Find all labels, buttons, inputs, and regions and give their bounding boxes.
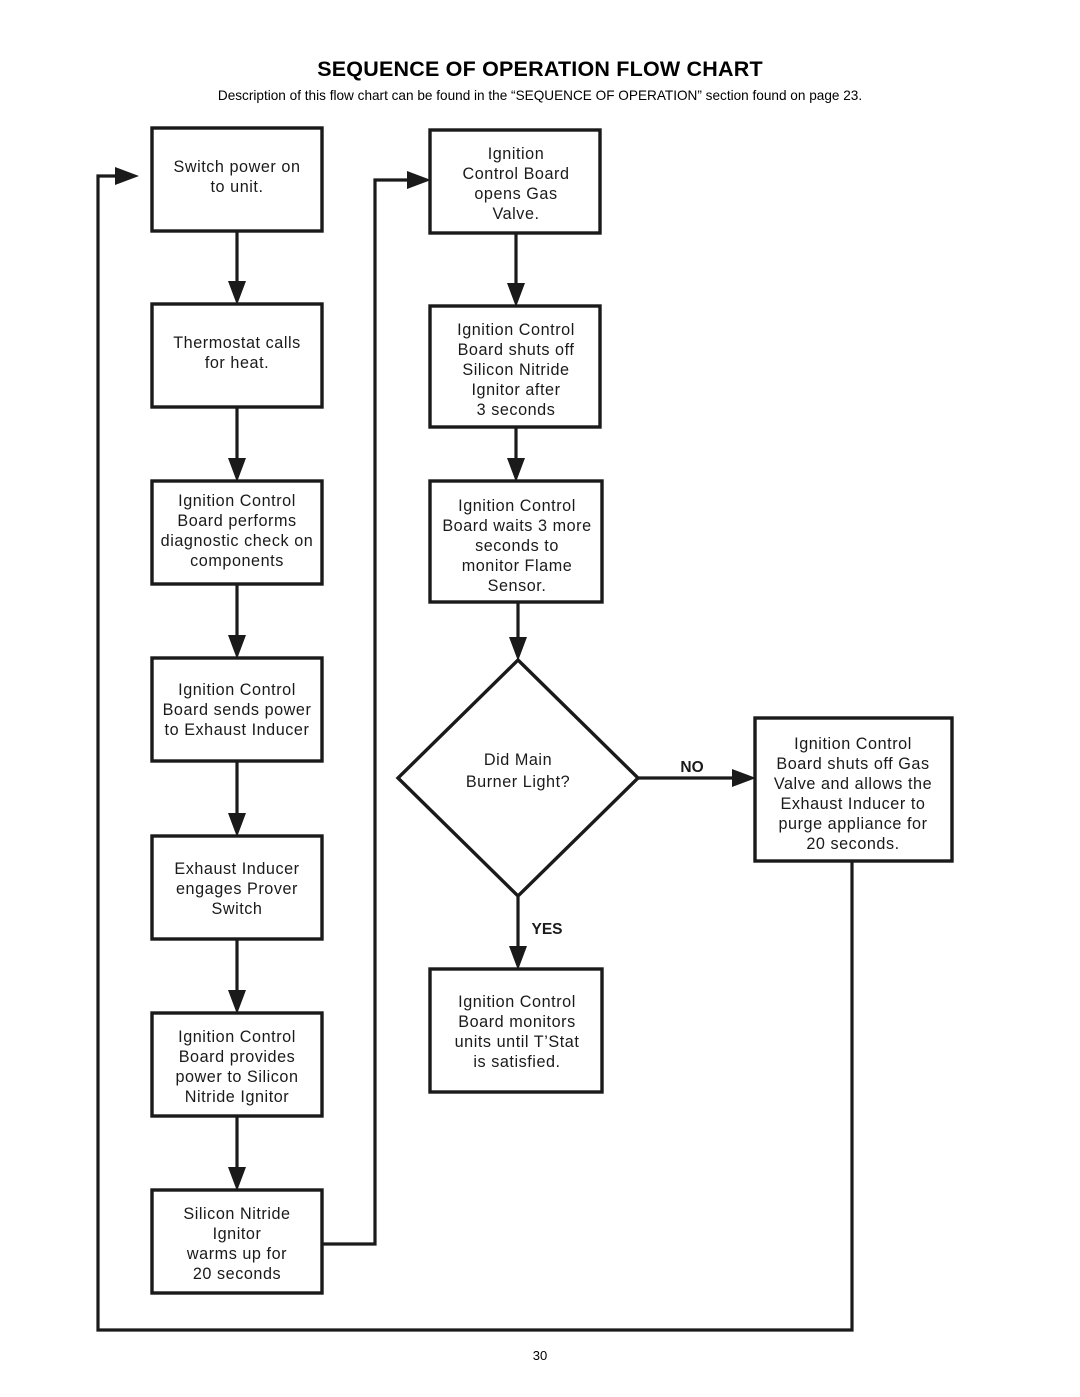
- arrowhead-n5-n6: [228, 990, 246, 1014]
- connector-n7-n8: [322, 178, 415, 1246]
- node-text-line: Did Main: [484, 751, 552, 769]
- node-text-line: Ignitor: [213, 1225, 262, 1243]
- arrowhead-n13-n1: [115, 167, 139, 185]
- node-text-line: Board performs: [177, 512, 296, 530]
- arrowhead-n2-n3: [228, 458, 246, 482]
- arrowhead-n11-n12: [509, 946, 527, 970]
- node-text-line: for heat.: [205, 354, 269, 372]
- node-text-line: Switch: [212, 900, 263, 918]
- node-text-line: Board sends power: [163, 701, 312, 719]
- node-thermostat-calls-for-heat[interactable]: Thermostat calls for heat.: [150, 302, 324, 409]
- edge-label-no: NO: [680, 759, 703, 776]
- node-text-line: diagnostic check on: [161, 532, 314, 550]
- node-text-line: Board shuts off: [458, 341, 575, 359]
- node-text-line: is satisfied.: [473, 1053, 560, 1071]
- node-text-line: Silicon Nitride: [183, 1205, 290, 1223]
- node-text-line: warms up for: [186, 1245, 287, 1263]
- node-text-line: monitor Flame: [462, 557, 573, 575]
- node-text-line: Ignition Control: [178, 492, 296, 510]
- node-text-line: 3 seconds: [477, 401, 556, 419]
- arrowhead-n8-n9: [507, 283, 525, 307]
- node-text-line: Board waits 3 more: [442, 517, 591, 535]
- node-switch-power-on[interactable]: Switch power on to unit.: [150, 126, 324, 233]
- node-text-line: Exhaust Inducer to: [781, 795, 926, 813]
- node-text-line: Silicon Nitride: [462, 361, 569, 379]
- node-text-line: power to Silicon: [175, 1068, 298, 1086]
- arrowhead-n11-n13: [732, 769, 756, 787]
- node-text-line: Switch power on: [173, 158, 300, 176]
- node-text-line: Exhaust Inducer: [174, 860, 299, 878]
- node-text-line: Control Board: [462, 165, 569, 183]
- arrowhead-n10-n11: [509, 637, 527, 661]
- arrowhead-n9-n10: [507, 458, 525, 482]
- node-group: Switch power on to unit. Thermostat call…: [150, 126, 954, 1295]
- node-waits-3-more-seconds-monitor-flame-sensor[interactable]: Ignition Control Board waits 3 more seco…: [428, 479, 604, 604]
- page-number: 30: [532, 1348, 548, 1363]
- node-text-line: seconds to: [475, 537, 559, 555]
- node-diagnostic-check[interactable]: Ignition Control Board performs diagnost…: [150, 479, 324, 586]
- node-text-line: Nitride Ignitor: [185, 1088, 290, 1106]
- arrowhead-n1-n2: [228, 281, 246, 305]
- node-text-line: to unit.: [211, 178, 264, 196]
- node-decision-did-main-burner-light[interactable]: Did Main Burner Light?: [395, 657, 641, 899]
- node-text-line: engages Prover: [176, 880, 298, 898]
- node-text-line: Ignition Control: [178, 681, 296, 699]
- node-text-line: Sensor.: [488, 577, 547, 595]
- node-text-line: Ignition Control: [458, 993, 576, 1011]
- node-text-line: Ignition Control: [794, 735, 912, 753]
- arrowhead-n3-n4: [228, 635, 246, 659]
- node-text-line: to Exhaust Inducer: [165, 721, 310, 739]
- flowchart-canvas: Switch power on to unit. Thermostat call…: [96, 126, 954, 1332]
- node-text-line: Ignition Control: [178, 1028, 296, 1046]
- node-shuts-off-gas-valve-purge[interactable]: Ignition Control Board shuts off Gas Val…: [753, 716, 954, 863]
- node-text-line: units until T’Stat: [455, 1033, 580, 1051]
- node-text-line: Valve.: [492, 205, 539, 223]
- edge-label-yes: YES: [531, 921, 562, 938]
- node-text-line: purge appliance for: [778, 815, 927, 833]
- node-text-line: 20 seconds: [193, 1265, 281, 1283]
- arrowhead-n6-n7: [228, 1167, 246, 1191]
- node-ignitor-warms-up[interactable]: Silicon Nitride Ignitor warms up for 20 …: [150, 1188, 324, 1295]
- node-text-line: Burner Light?: [466, 773, 570, 791]
- node-text-line: Ignition Control: [458, 497, 576, 515]
- document-page: SEQUENCE OF OPERATION FLOW CHART Descrip…: [0, 0, 1080, 1397]
- node-text-line: Board monitors: [458, 1013, 575, 1031]
- node-text-line: 20 seconds.: [806, 835, 899, 853]
- node-exhaust-inducer-engages-prover-switch[interactable]: Exhaust Inducer engages Prover Switch: [150, 834, 324, 941]
- node-shuts-off-ignitor-after-3-seconds[interactable]: Ignition Control Board shuts off Silicon…: [428, 304, 602, 429]
- node-text-line: Ignition: [488, 145, 545, 163]
- node-sends-power-to-exhaust-inducer[interactable]: Ignition Control Board sends power to Ex…: [150, 656, 324, 763]
- arrowhead-n7-n8: [407, 171, 431, 189]
- node-monitors-until-tstat-satisfied[interactable]: Ignition Control Board monitors units un…: [428, 967, 604, 1094]
- node-provides-power-to-silicon-nitride-ignitor[interactable]: Ignition Control Board provides power to…: [150, 1011, 324, 1118]
- node-opens-gas-valve[interactable]: Ignition Control Board opens Gas Valve.: [428, 128, 602, 235]
- node-text-line: Ignitor after: [471, 381, 560, 399]
- arrowhead-n4-n5: [228, 813, 246, 837]
- node-text-line: Ignition Control: [457, 321, 575, 339]
- node-text-line: components: [190, 552, 284, 570]
- node-text-line: Thermostat calls: [173, 334, 301, 352]
- node-text-line: Valve and allows the: [774, 775, 932, 793]
- node-text-line: Board shuts off Gas: [776, 755, 929, 773]
- node-text-line: opens Gas: [474, 185, 557, 203]
- node-text-line: Board provides: [179, 1048, 296, 1066]
